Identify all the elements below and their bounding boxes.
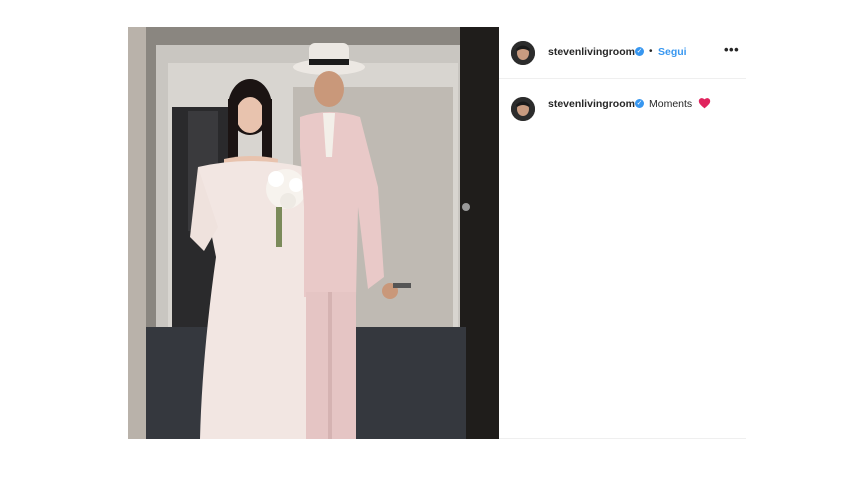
- caption-author-avatar[interactable]: [511, 97, 535, 121]
- instagram-post: stevenlivingroom ✓ • Segui ••• stevenliv…: [128, 27, 746, 439]
- separator-dot: •: [649, 46, 653, 57]
- page: stevenlivingroom ✓ • Segui ••• stevenliv…: [0, 0, 854, 480]
- author-avatar[interactable]: [511, 41, 535, 65]
- verified-check-icon: ✓: [635, 47, 644, 56]
- wedding-photo-image: [128, 27, 499, 439]
- caption-author-username[interactable]: stevenlivingroom: [548, 98, 635, 110]
- caption-text: Moments: [649, 98, 693, 110]
- verified-check-icon: ✓: [635, 99, 644, 108]
- follow-button[interactable]: Segui: [658, 46, 687, 58]
- post-photo[interactable]: [128, 27, 499, 439]
- author-username[interactable]: stevenlivingroom: [548, 46, 635, 58]
- post-header: stevenlivingroom ✓ • Segui •••: [499, 27, 746, 79]
- avatar-image: [511, 41, 535, 65]
- red-heart-icon: [698, 98, 711, 109]
- more-options-icon[interactable]: •••: [724, 42, 739, 57]
- post-sidebar: stevenlivingroom ✓ • Segui ••• stevenliv…: [499, 27, 746, 439]
- avatar-image: [511, 97, 535, 121]
